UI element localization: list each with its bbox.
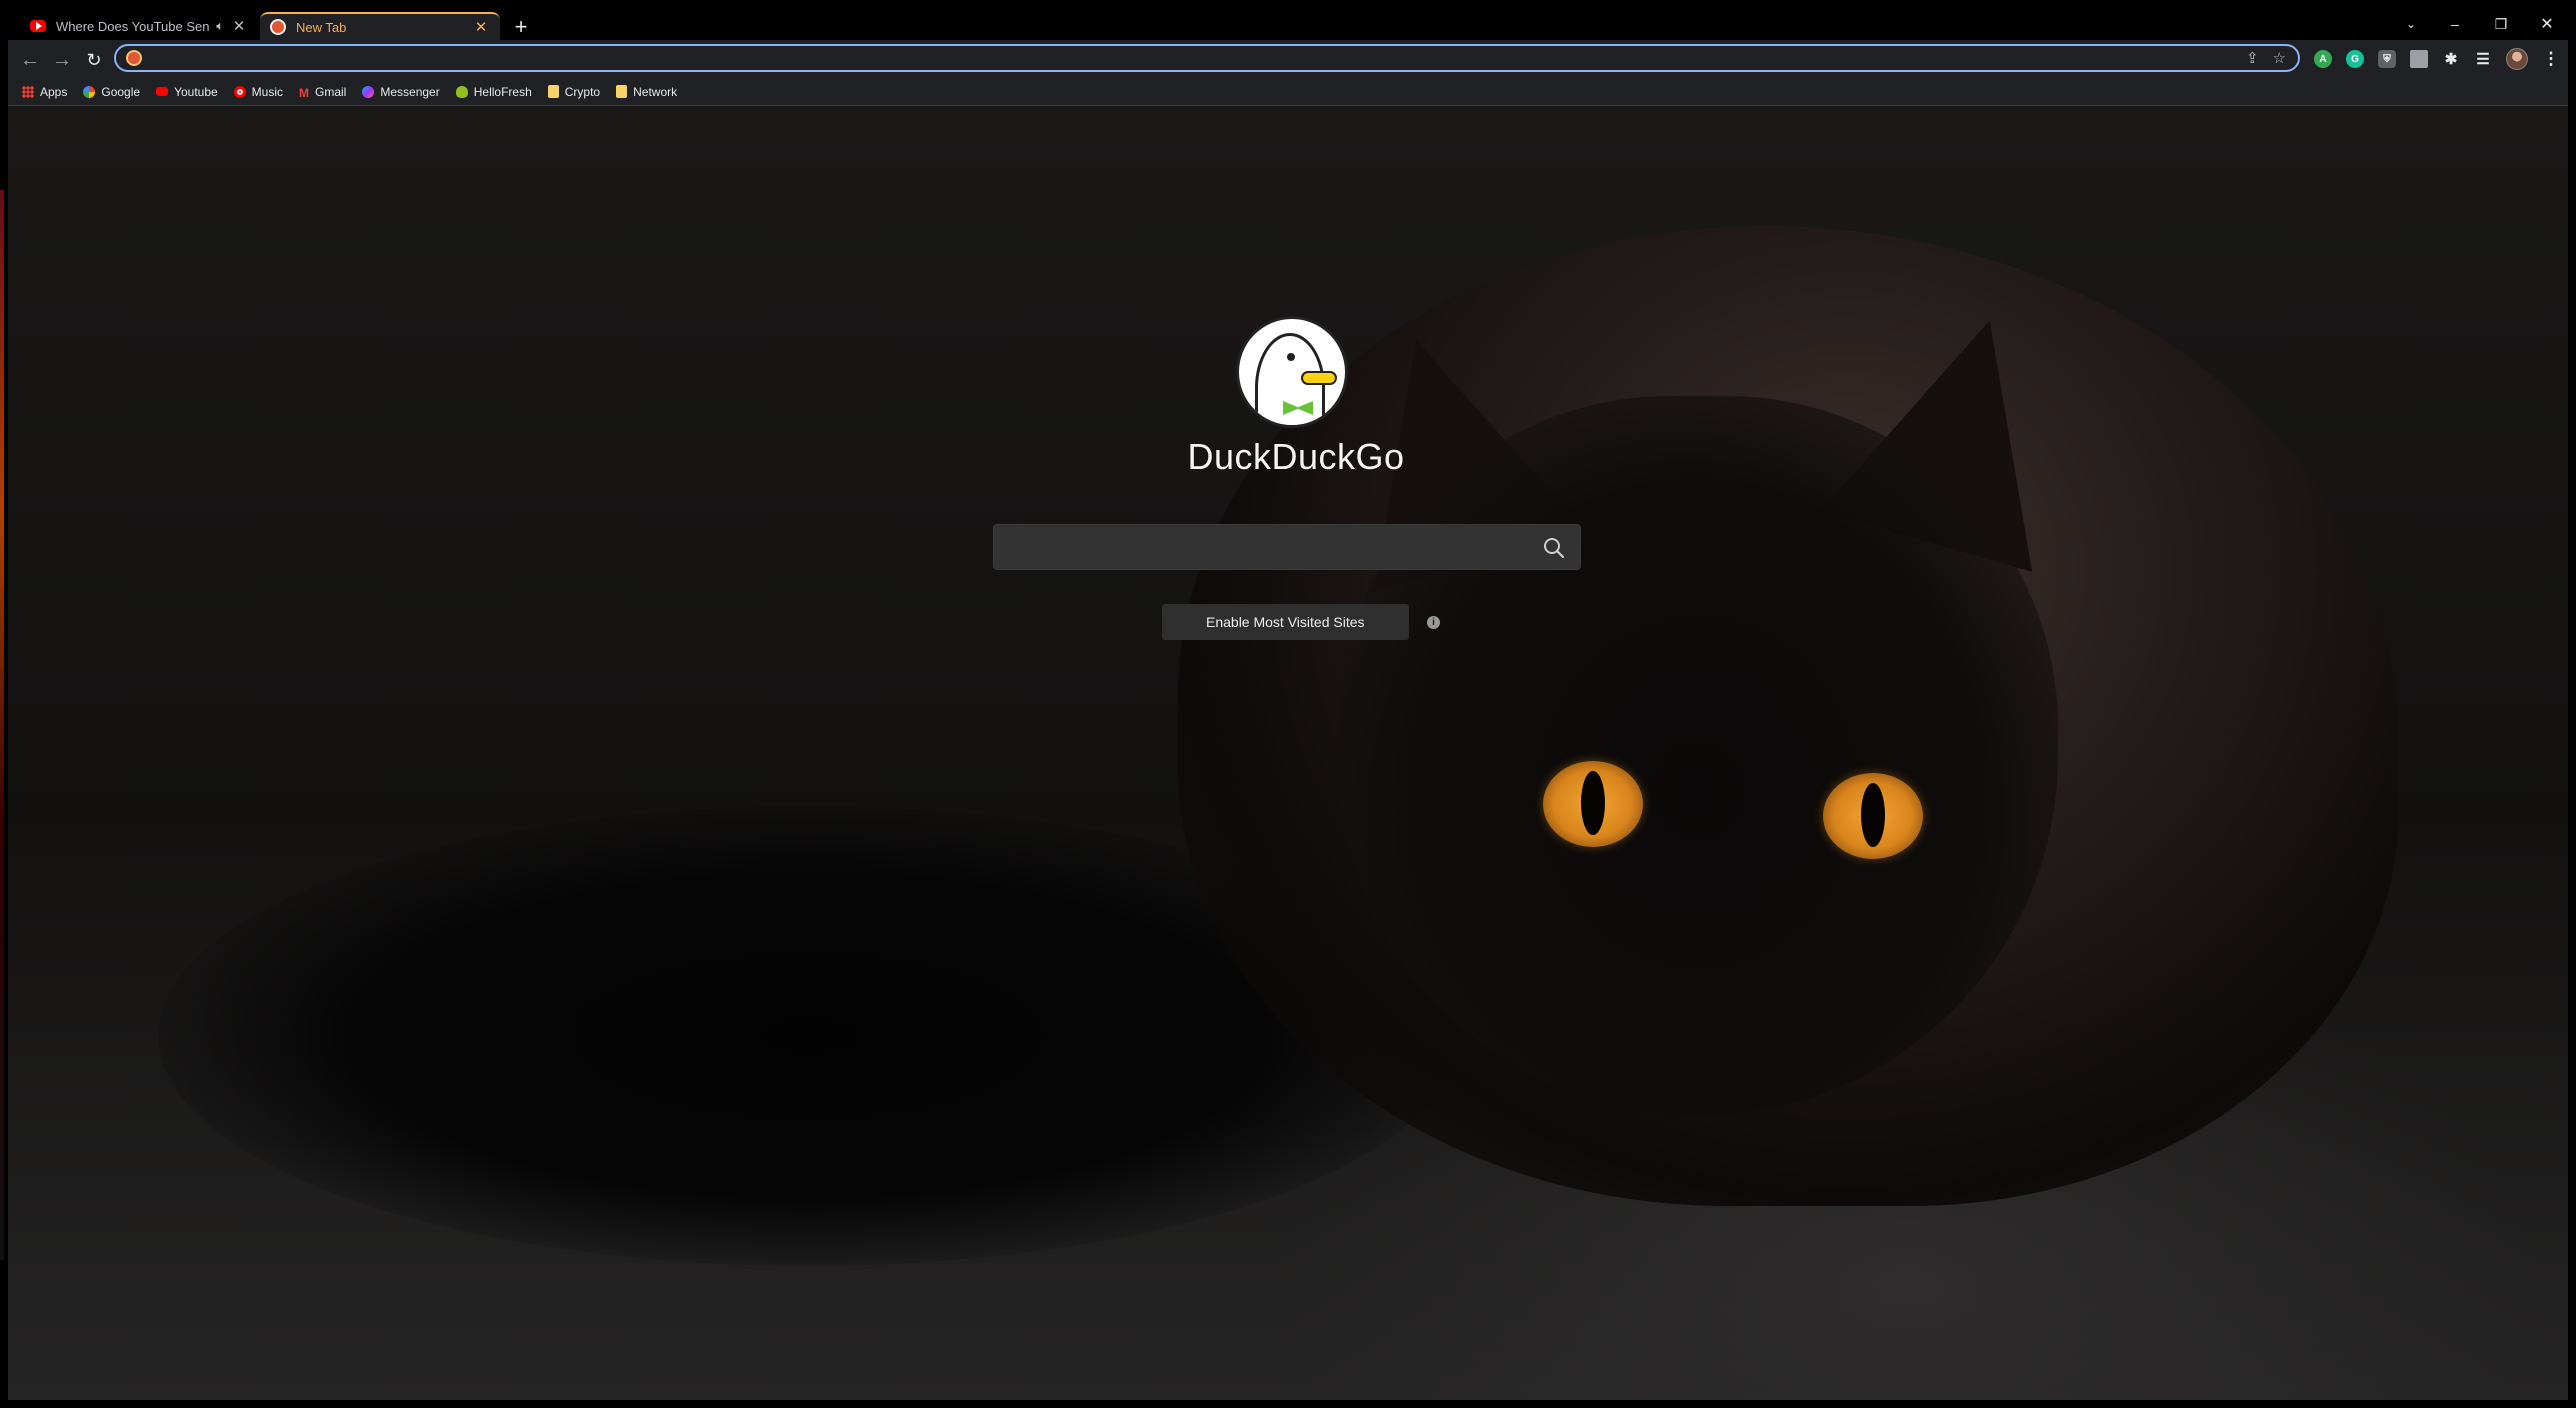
duckduckgo-logo-icon xyxy=(1236,316,1348,428)
tab-title: Where Does YouTube Send I xyxy=(56,18,211,34)
cat-eye-right xyxy=(1823,773,1923,859)
bookmark-google[interactable]: Google xyxy=(83,85,140,99)
youtube-music-icon xyxy=(233,85,246,98)
forward-button[interactable]: → xyxy=(48,46,76,74)
bookmark-hellofresh[interactable]: HelloFresh xyxy=(455,84,532,99)
bookmark-label: Network xyxy=(633,84,678,99)
bookmark-label: Google xyxy=(101,84,141,99)
tab-youtube[interactable]: Where Does YouTube Send I 🔈︎ ✕ xyxy=(20,12,258,40)
bookmark-folder-crypto[interactable]: Crypto xyxy=(547,84,601,99)
cat-eye-left xyxy=(1543,761,1643,847)
tab-close-icon[interactable]: ✕ xyxy=(472,18,490,36)
tab-title: New Tab xyxy=(296,19,347,35)
bookmark-label: Apps xyxy=(40,84,68,99)
bookmark-folder-network[interactable]: Network xyxy=(616,85,677,99)
browser-window: Where Does YouTube Send I 🔈︎ ✕ New Tab ✕… xyxy=(8,8,2568,1400)
star-icon[interactable]: ☆ xyxy=(2273,49,2286,67)
search-box[interactable] xyxy=(993,524,1581,570)
bookmark-label: Gmail xyxy=(315,84,347,99)
chrome-menu-icon[interactable]: ⋮ xyxy=(2542,49,2560,68)
youtube-icon xyxy=(156,87,169,96)
bookmark-apps[interactable]: Apps xyxy=(22,85,67,99)
tab-close-icon[interactable]: ✕ xyxy=(230,17,248,35)
extension-a-icon[interactable]: A xyxy=(2314,50,2332,68)
new-tab-button[interactable]: + xyxy=(508,14,534,40)
share-icon[interactable]: ⇪ xyxy=(2246,49,2259,67)
address-input[interactable] xyxy=(150,47,2246,69)
bookmark-label: Youtube xyxy=(174,84,218,99)
reading-list-icon[interactable]: ☰ xyxy=(2474,50,2492,68)
speaker-muted-icon[interactable]: 🔈︎ xyxy=(216,18,224,34)
new-tab-page: DuckDuckGo Enable Most Visited Sites i xyxy=(8,106,2568,1400)
cat-head xyxy=(1338,396,2058,1116)
folder-icon xyxy=(547,85,559,98)
duckduckgo-icon xyxy=(270,19,286,35)
address-bar[interactable]: ⇪ ☆ xyxy=(114,44,2300,72)
extensions-puzzle-icon[interactable]: ✱ xyxy=(2442,50,2460,68)
tab-new-tab[interactable]: New Tab ✕ xyxy=(260,12,500,40)
bookmark-music[interactable]: Music xyxy=(233,84,284,99)
bookmark-label: HelloFresh xyxy=(473,84,532,99)
profile-avatar[interactable] xyxy=(2506,48,2528,70)
google-icon xyxy=(83,85,96,98)
gmail-icon: M xyxy=(299,85,310,100)
window-close-button[interactable]: ✕ xyxy=(2524,8,2568,40)
bookmark-messenger[interactable]: Messenger xyxy=(362,84,440,99)
bookmark-label: Crypto xyxy=(564,84,601,99)
info-icon[interactable]: i xyxy=(1427,616,1440,629)
hellofresh-icon xyxy=(455,85,468,98)
restore-button[interactable]: ❐ xyxy=(2478,8,2524,40)
apps-grid-icon xyxy=(22,85,34,98)
enable-most-visited-button[interactable]: Enable Most Visited Sites xyxy=(1162,604,1409,640)
bookmarks-bar: Apps Google Youtube Music M Gmail Messen… xyxy=(8,78,2568,106)
toolbar: ← → ↻ ⇪ ☆ A G ⛨ ✱ ☰ ⋮ xyxy=(8,40,2568,78)
messenger-icon xyxy=(362,85,375,98)
back-button[interactable]: ← xyxy=(16,46,44,74)
bookmark-youtube[interactable]: Youtube xyxy=(156,85,218,99)
shield-extension-icon[interactable]: ⛨ xyxy=(2378,50,2396,68)
desktop-edge-strip xyxy=(0,190,4,1260)
bookmark-label: Messenger xyxy=(380,84,440,99)
tab-search-button[interactable]: ⌄ xyxy=(2388,8,2434,40)
minimize-button[interactable]: – xyxy=(2432,8,2478,40)
bookmark-gmail[interactable]: M Gmail xyxy=(299,84,347,100)
grammarly-icon[interactable]: G xyxy=(2346,50,2364,68)
search-input[interactable] xyxy=(1008,533,1528,563)
reload-button[interactable]: ↻ xyxy=(80,46,108,74)
search-icon[interactable] xyxy=(1542,536,1566,560)
youtube-icon xyxy=(30,20,46,32)
duckduckgo-icon xyxy=(126,50,142,66)
brand-wordmark: DuckDuckGo xyxy=(1187,436,1405,477)
bookmark-label: Music xyxy=(251,84,284,99)
document-extension-icon[interactable] xyxy=(2410,50,2428,68)
tab-strip: Where Does YouTube Send I 🔈︎ ✕ New Tab ✕… xyxy=(8,8,2568,40)
folder-icon xyxy=(616,85,628,98)
